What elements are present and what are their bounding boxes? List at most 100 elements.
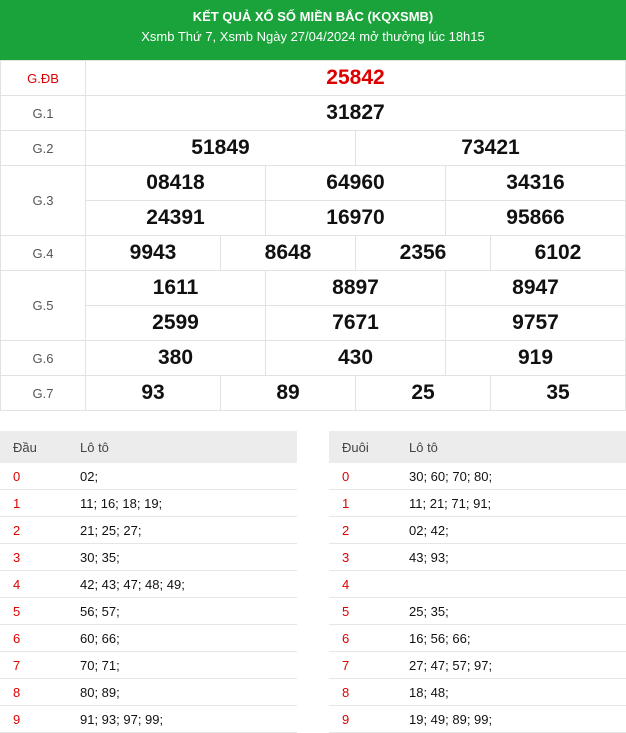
loto-values: 43; 93; xyxy=(395,543,626,571)
loto-key: 7 xyxy=(329,651,395,679)
loto-row: 5 25; 35; xyxy=(329,597,626,625)
loto-key: 6 xyxy=(329,624,395,652)
loto-values: 30; 35; xyxy=(66,543,297,571)
prize-row: G.ĐB 25842 xyxy=(0,60,626,96)
loto-row: 4 xyxy=(329,570,626,598)
loto-row: 9 91; 93; 97; 99; xyxy=(0,705,297,733)
prize-row: G.7 93 89 25 35 xyxy=(0,375,626,411)
prize-number: 16970 xyxy=(265,200,446,236)
loto-key: 0 xyxy=(0,463,66,490)
loto-key: 2 xyxy=(329,516,395,544)
prize-label: G.6 xyxy=(0,340,86,376)
column-header-loto: Lô tô xyxy=(395,431,626,463)
loto-values: 56; 57; xyxy=(66,597,297,625)
prize-number: 7671 xyxy=(265,305,446,341)
prize-number: 1611 xyxy=(85,270,266,306)
loto-row: 3 43; 93; xyxy=(329,543,626,571)
prize-number: 919 xyxy=(445,340,626,376)
page-title: KẾT QUẢ XỔ SỐ MIỀN BẮC (KQXSMB) xyxy=(192,9,434,24)
prize-number: 2356 xyxy=(355,235,491,271)
loto-head-table: Đầu Lô tô 0 02; 1 11; 16; 18; 19; 2 21; 25; 27;… xyxy=(0,431,297,733)
prize-number: 95866 xyxy=(445,200,626,236)
prize-number: 8947 xyxy=(445,270,626,306)
prize-label: G.4 xyxy=(0,235,86,271)
prize-row: 24391 16970 95866 xyxy=(1,200,626,236)
prize-number: 430 xyxy=(265,340,446,376)
loto-row: 8 80; 89; xyxy=(0,678,297,706)
prize-number: 9943 xyxy=(85,235,221,271)
loto-values: 11; 16; 18; 19; xyxy=(66,489,297,517)
loto-key: 4 xyxy=(329,570,395,598)
prize-row: G.1 31827 xyxy=(0,95,626,131)
column-header-key: Đầu xyxy=(0,431,66,463)
loto-key: 4 xyxy=(0,570,66,598)
loto-row: 5 56; 57; xyxy=(0,597,297,625)
loto-values: 25; 35; xyxy=(395,597,626,625)
prize-number: 93 xyxy=(85,375,221,411)
loto-key: 3 xyxy=(0,543,66,571)
loto-values: 18; 48; xyxy=(395,678,626,706)
prize-row: G.2 51849 73421 xyxy=(0,130,626,166)
loto-row: 4 42; 43; 47; 48; 49; xyxy=(0,570,297,598)
prize-number: 31827 xyxy=(85,95,626,131)
loto-row: 0 30; 60; 70; 80; xyxy=(329,463,626,490)
prize-row: G.3 08418 64960 34316 xyxy=(0,165,626,236)
prize-row: G.4 9943 8648 2356 6102 xyxy=(0,235,626,271)
loto-row: 2 02; 42; xyxy=(329,516,626,544)
prize-number: 73421 xyxy=(355,130,626,166)
loto-key: 5 xyxy=(329,597,395,625)
loto-values: 02; xyxy=(66,463,297,490)
prize-number: 24391 xyxy=(85,200,266,236)
prize-number: 2599 xyxy=(85,305,266,341)
prize-number: 9757 xyxy=(445,305,626,341)
prize-number: 08418 xyxy=(85,165,266,201)
prize-number: 25842 xyxy=(85,60,626,96)
loto-row: 3 30; 35; xyxy=(0,543,297,571)
prize-row: 2599 7671 9757 xyxy=(1,305,626,341)
prize-number: 34316 xyxy=(445,165,626,201)
column-header-loto: Lô tô xyxy=(66,431,297,463)
loto-values: 27; 47; 57; 97; xyxy=(395,651,626,679)
results-table: G.ĐB 25842 G.1 31827 G.2 51849 73421 G.3 08418 64… xyxy=(0,60,626,411)
loto-key: 0 xyxy=(329,463,395,490)
loto-row: 6 60; 66; xyxy=(0,624,297,652)
prize-label: G.2 xyxy=(0,130,86,166)
loto-values: 21; 25; 27; xyxy=(66,516,297,544)
prize-row: G.5 1611 8897 8947 xyxy=(0,270,626,341)
prize-number: 64960 xyxy=(265,165,446,201)
loto-key: 5 xyxy=(0,597,66,625)
column-header-key: Đuôi xyxy=(329,431,395,463)
loto-values xyxy=(395,570,626,598)
loto-row: 1 11; 21; 71; 91; xyxy=(329,489,626,517)
loto-values: 30; 60; 70; 80; xyxy=(395,463,626,490)
loto-values: 60; 66; xyxy=(66,624,297,652)
prize-number: 35 xyxy=(490,375,626,411)
loto-values: 16; 56; 66; xyxy=(395,624,626,652)
prize-label: G.ĐB xyxy=(0,60,86,96)
prize-label: G.5 xyxy=(0,270,86,341)
loto-values: 70; 71; xyxy=(66,651,297,679)
loto-key: 1 xyxy=(0,489,66,517)
prize-number: 6102 xyxy=(490,235,626,271)
loto-key: 7 xyxy=(0,651,66,679)
loto-values: 11; 21; 71; 91; xyxy=(395,489,626,517)
loto-row: 8 18; 48; xyxy=(329,678,626,706)
loto-key: 3 xyxy=(329,543,395,571)
prize-number: 25 xyxy=(355,375,491,411)
loto-row: 7 27; 47; 57; 97; xyxy=(329,651,626,679)
loto-values: 91; 93; 97; 99; xyxy=(66,705,297,733)
loto-values: 19; 49; 89; 99; xyxy=(395,705,626,733)
loto-key: 8 xyxy=(0,678,66,706)
loto-values: 02; 42; xyxy=(395,516,626,544)
prize-number: 8648 xyxy=(220,235,356,271)
loto-key: 6 xyxy=(0,624,66,652)
loto-row: 7 70; 71; xyxy=(0,651,297,679)
loto-row: 1 11; 16; 18; 19; xyxy=(0,489,297,517)
prize-label: G.3 xyxy=(0,165,86,236)
loto-row: 6 16; 56; 66; xyxy=(329,624,626,652)
page-header: KẾT QUẢ XỔ SỐ MIỀN BẮC (KQXSMB) Xsmb Thứ… xyxy=(0,0,626,60)
prize-number: 380 xyxy=(85,340,266,376)
loto-key: 9 xyxy=(0,705,66,733)
loto-key: 9 xyxy=(329,705,395,733)
loto-tail-table: Đuôi Lô tô 0 30; 60; 70; 80; 1 11; 21; 71; 91… xyxy=(329,431,626,733)
